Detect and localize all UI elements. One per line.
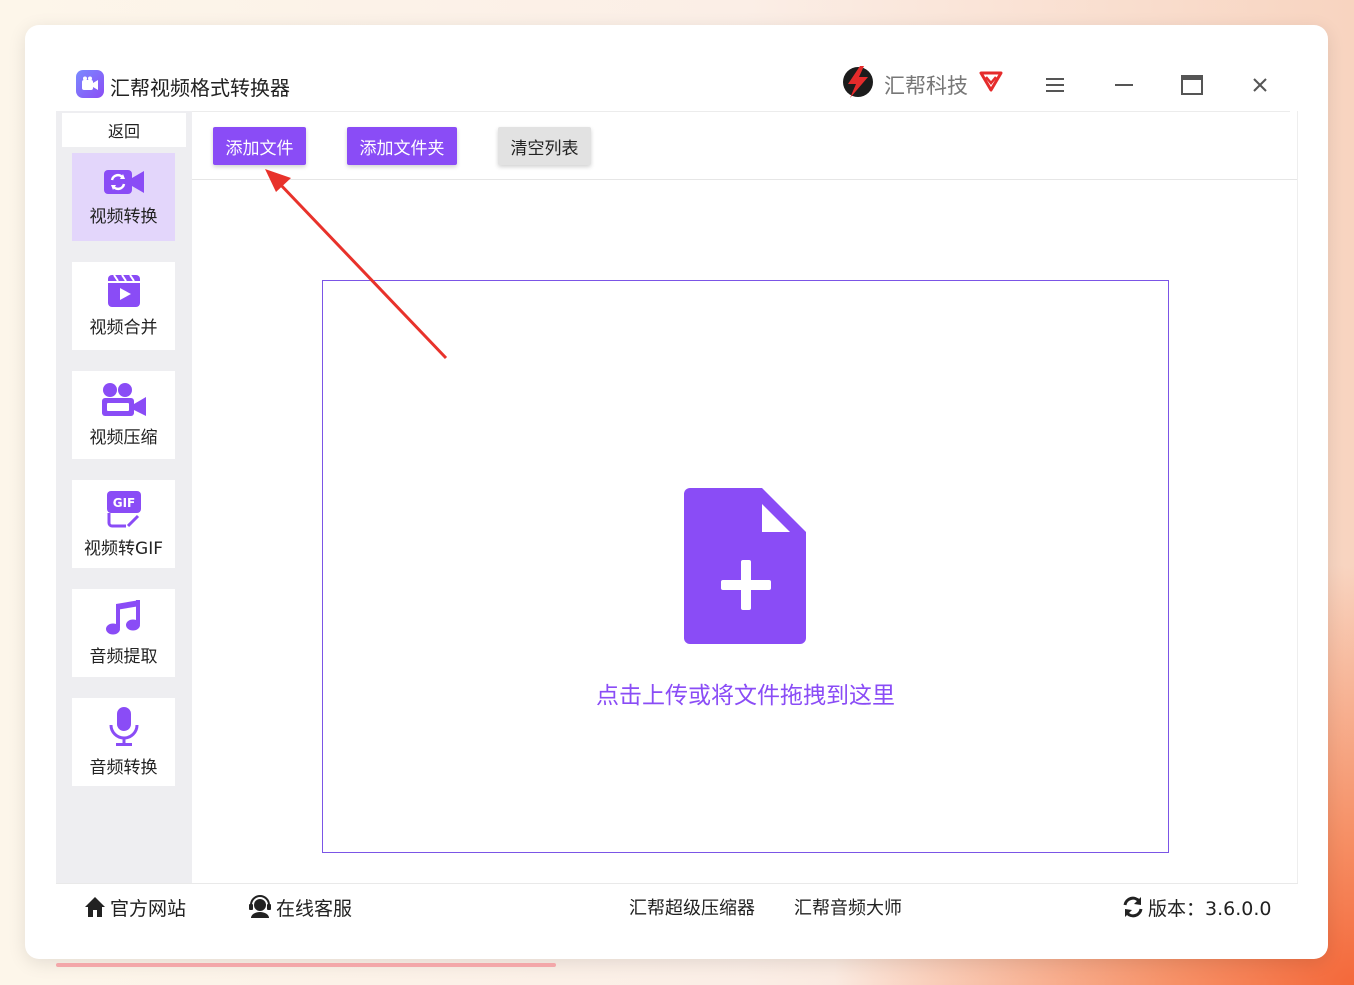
- video-merge-icon: [107, 274, 140, 307]
- content-border: [1297, 111, 1298, 883]
- brand-logo-icon: [843, 66, 873, 98]
- app-logo-icon: [76, 70, 104, 98]
- title-divider: [56, 111, 1290, 112]
- refresh-icon: [1123, 896, 1143, 918]
- menu-icon[interactable]: [1040, 70, 1070, 100]
- horizontal-scrollbar[interactable]: [56, 963, 556, 967]
- clear-list-button[interactable]: 清空列表: [498, 127, 591, 165]
- sidebar-item-video-merge[interactable]: 视频合并: [72, 262, 175, 350]
- brand-name: 汇帮科技: [884, 74, 968, 98]
- music-note-icon: [105, 599, 140, 634]
- toolbar-divider: [192, 179, 1298, 180]
- super-compressor-link[interactable]: 汇帮超级压缩器: [629, 893, 755, 921]
- official-website-link[interactable]: 官方网站: [84, 893, 186, 921]
- sidebar-item-label: 视频转GIF: [84, 538, 163, 559]
- sidebar-item-audio-extract[interactable]: 音频提取: [72, 589, 175, 677]
- sidebar-item-video-compress[interactable]: 视频压缩: [72, 371, 175, 459]
- add-file-icon[interactable]: [684, 488, 808, 646]
- version-info[interactable]: 版本：3.6.0.0: [1122, 893, 1271, 921]
- version-label: 版本：3.6.0.0: [1148, 897, 1272, 920]
- video-convert-icon: [103, 169, 144, 194]
- online-support-label: 在线客服: [276, 897, 353, 920]
- sidebar-item-label: 视频压缩: [89, 427, 158, 448]
- sidebar-item-label: 音频转换: [89, 757, 158, 778]
- svg-text:GIF: GIF: [112, 496, 135, 510]
- close-icon[interactable]: [1245, 70, 1275, 100]
- sidebar-item-label: 视频转换: [89, 206, 158, 227]
- sidebar-item-video-convert[interactable]: 视频转换: [72, 153, 175, 241]
- app-title: 汇帮视频格式转换器: [110, 76, 290, 100]
- audio-master-link[interactable]: 汇帮音频大师: [794, 893, 902, 921]
- official-website-label: 官方网站: [110, 897, 187, 920]
- back-button[interactable]: 返回: [62, 113, 186, 147]
- maximize-icon[interactable]: [1177, 70, 1207, 100]
- footer-divider: [56, 883, 1298, 884]
- sidebar-item-audio-convert[interactable]: 音频转换: [72, 698, 175, 786]
- gif-icon: GIF: [106, 490, 141, 527]
- microphone-icon: [109, 706, 138, 746]
- sidebar-item-video-gif[interactable]: GIF 视频转GIF: [72, 480, 175, 568]
- sidebar-item-label: 视频合并: [89, 317, 158, 338]
- drop-hint-text[interactable]: 点击上传或将文件拖拽到这里: [322, 676, 1169, 710]
- add-file-button[interactable]: 添加文件: [213, 127, 306, 165]
- vip-diamond-icon[interactable]: [978, 67, 1004, 93]
- sidebar-item-label: 音频提取: [89, 646, 158, 667]
- home-icon: [85, 897, 105, 917]
- online-support-link[interactable]: 在线客服: [248, 893, 352, 921]
- minimize-icon[interactable]: [1109, 70, 1139, 100]
- video-compress-icon: [101, 382, 146, 416]
- support-agent-icon: [249, 895, 271, 918]
- add-folder-button[interactable]: 添加文件夹: [347, 127, 457, 165]
